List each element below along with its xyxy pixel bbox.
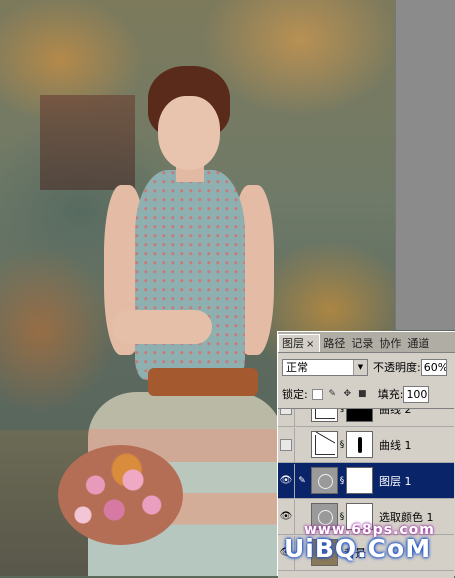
visibility-toggle[interactable] [278, 409, 295, 426]
girl-top [135, 170, 245, 380]
eye-icon[interactable]: 👁 [278, 499, 295, 534]
layer-name: 背景 [344, 546, 366, 560]
layer-mask-thumbnail[interactable] [346, 409, 373, 422]
tab-collaboration[interactable]: 协作 [376, 335, 404, 352]
dropdown-arrow-icon[interactable]: ▼ [353, 359, 367, 375]
blend-mode-select[interactable]: 正常 ▼ [282, 358, 368, 376]
layer-background[interactable]: 👁 背景 [278, 535, 454, 571]
layer-mask-thumbnail[interactable] [346, 431, 373, 458]
lock-label: 锁定: [282, 388, 308, 401]
fill-input[interactable]: 100% [403, 385, 430, 403]
brush-icon: ✎ [298, 475, 306, 486]
layer-name: 曲线 1 [379, 438, 412, 452]
layers-list: § 曲线 2 § 曲线 1 👁 ✎ § 图层 1 👁 § 选取颜色 1 👁 背景 [278, 408, 454, 578]
girl-forearm [112, 310, 212, 344]
curves-adjustment-icon [311, 409, 338, 422]
layer-1[interactable]: 👁 ✎ § 图层 1 [278, 463, 454, 499]
lock-all-icon[interactable]: ■ [357, 389, 368, 400]
tab-history[interactable]: 记录 [348, 335, 376, 352]
link-icon[interactable]: § [338, 409, 346, 414]
curves-adjustment-icon [311, 431, 338, 458]
lock-paint-icon[interactable]: ✎ [327, 389, 338, 400]
tab-channels[interactable]: 通道 [404, 335, 432, 352]
background-wall [40, 95, 135, 190]
tab-layers[interactable]: 图层 × [278, 334, 321, 352]
layer-mask-thumbnail[interactable] [346, 467, 373, 494]
layer-thumbnail [311, 467, 338, 494]
girl-face [158, 96, 220, 170]
lock-fill-row: 锁定: ✎ ✥ ■ 填充: 100% [282, 384, 430, 404]
opacity-input[interactable]: 60% [420, 358, 447, 376]
lock-move-icon[interactable]: ✥ [342, 389, 353, 400]
opacity-label: 不透明度: [373, 361, 421, 374]
layers-panel: 图层 × 路径 记录 协作 通道 正常 ▼ 不透明度: 60% 锁定: ✎ ✥ ■… [277, 331, 455, 578]
layer-name: 图层 1 [379, 474, 412, 488]
layer-name: 曲线 2 [379, 408, 412, 416]
blend-mode-value: 正常 [286, 361, 308, 374]
panel-tabs: 图层 × 路径 记录 协作 通道 [278, 332, 455, 353]
layer-selective-color-1[interactable]: 👁 § 选取颜色 1 [278, 499, 454, 535]
layer-curves-2[interactable]: § 曲线 2 [278, 408, 454, 427]
workspace-gray-area [395, 0, 455, 330]
visibility-toggle[interactable] [278, 427, 295, 462]
background-thumbnail [311, 539, 338, 566]
fill-label: 填充: [377, 388, 404, 401]
flower-bouquet [58, 445, 183, 545]
lock-transparency-icon[interactable] [311, 388, 323, 400]
eye-icon[interactable]: 👁 [278, 535, 295, 570]
link-icon[interactable]: § [338, 476, 346, 486]
layer-name: 选取颜色 1 [379, 510, 434, 524]
eye-icon[interactable]: 👁 [278, 463, 295, 498]
layer-curves-1[interactable]: § 曲线 1 [278, 427, 454, 463]
tab-close-icon[interactable]: × [304, 339, 316, 350]
layer-mask-thumbnail[interactable] [346, 503, 373, 530]
tab-paths[interactable]: 路径 [320, 335, 348, 352]
link-icon[interactable]: § [338, 512, 346, 522]
blend-opacity-row: 正常 ▼ 不透明度: 60% [282, 357, 447, 377]
selective-color-icon [311, 503, 338, 530]
girl-belt [148, 368, 258, 396]
link-icon[interactable]: § [338, 440, 346, 450]
